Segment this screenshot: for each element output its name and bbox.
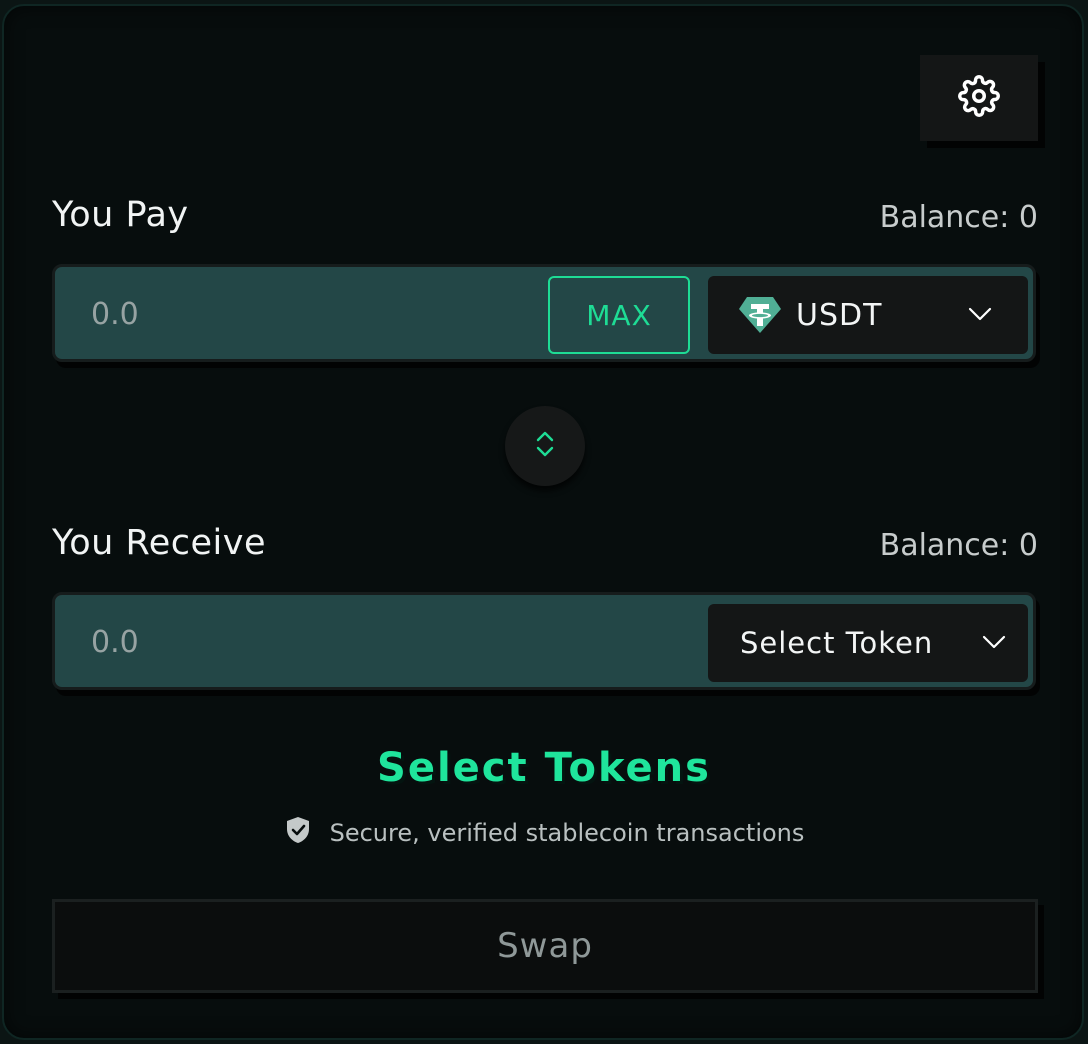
- pay-amount-input[interactable]: [89, 291, 513, 337]
- shield-check-icon: [284, 815, 312, 851]
- pay-token-selector[interactable]: USDT: [708, 276, 1028, 354]
- receive-balance: Balance: 0: [879, 528, 1038, 563]
- receive-label: You Receive: [52, 523, 266, 563]
- gear-icon: [958, 75, 1000, 121]
- receive-panel: Select Token: [52, 592, 1036, 690]
- pay-panel: MAX USDT: [52, 264, 1036, 362]
- settings-button[interactable]: [920, 55, 1038, 141]
- chevron-down-icon: [968, 306, 992, 326]
- receive-amount-input[interactable]: [89, 619, 513, 665]
- max-button[interactable]: MAX: [548, 276, 690, 354]
- pay-label: You Pay: [52, 195, 189, 235]
- swap-vertical-icon: [534, 430, 556, 462]
- status-title: Select Tokens: [377, 745, 711, 791]
- pay-balance: Balance: 0: [879, 200, 1038, 235]
- swap-card: [2, 4, 1084, 1040]
- pay-token-symbol: USDT: [796, 297, 883, 333]
- swap-button[interactable]: Swap: [52, 899, 1038, 993]
- secure-text: Secure, verified stablecoin transactions: [329, 819, 805, 847]
- select-token-label: Select Token: [740, 626, 934, 660]
- receive-token-selector[interactable]: Select Token: [708, 604, 1028, 682]
- chevron-down-icon: [982, 634, 1006, 654]
- switch-direction-button[interactable]: [505, 406, 585, 486]
- secure-note: Secure, verified stablecoin transactions: [0, 815, 1088, 851]
- tether-icon: [738, 295, 782, 335]
